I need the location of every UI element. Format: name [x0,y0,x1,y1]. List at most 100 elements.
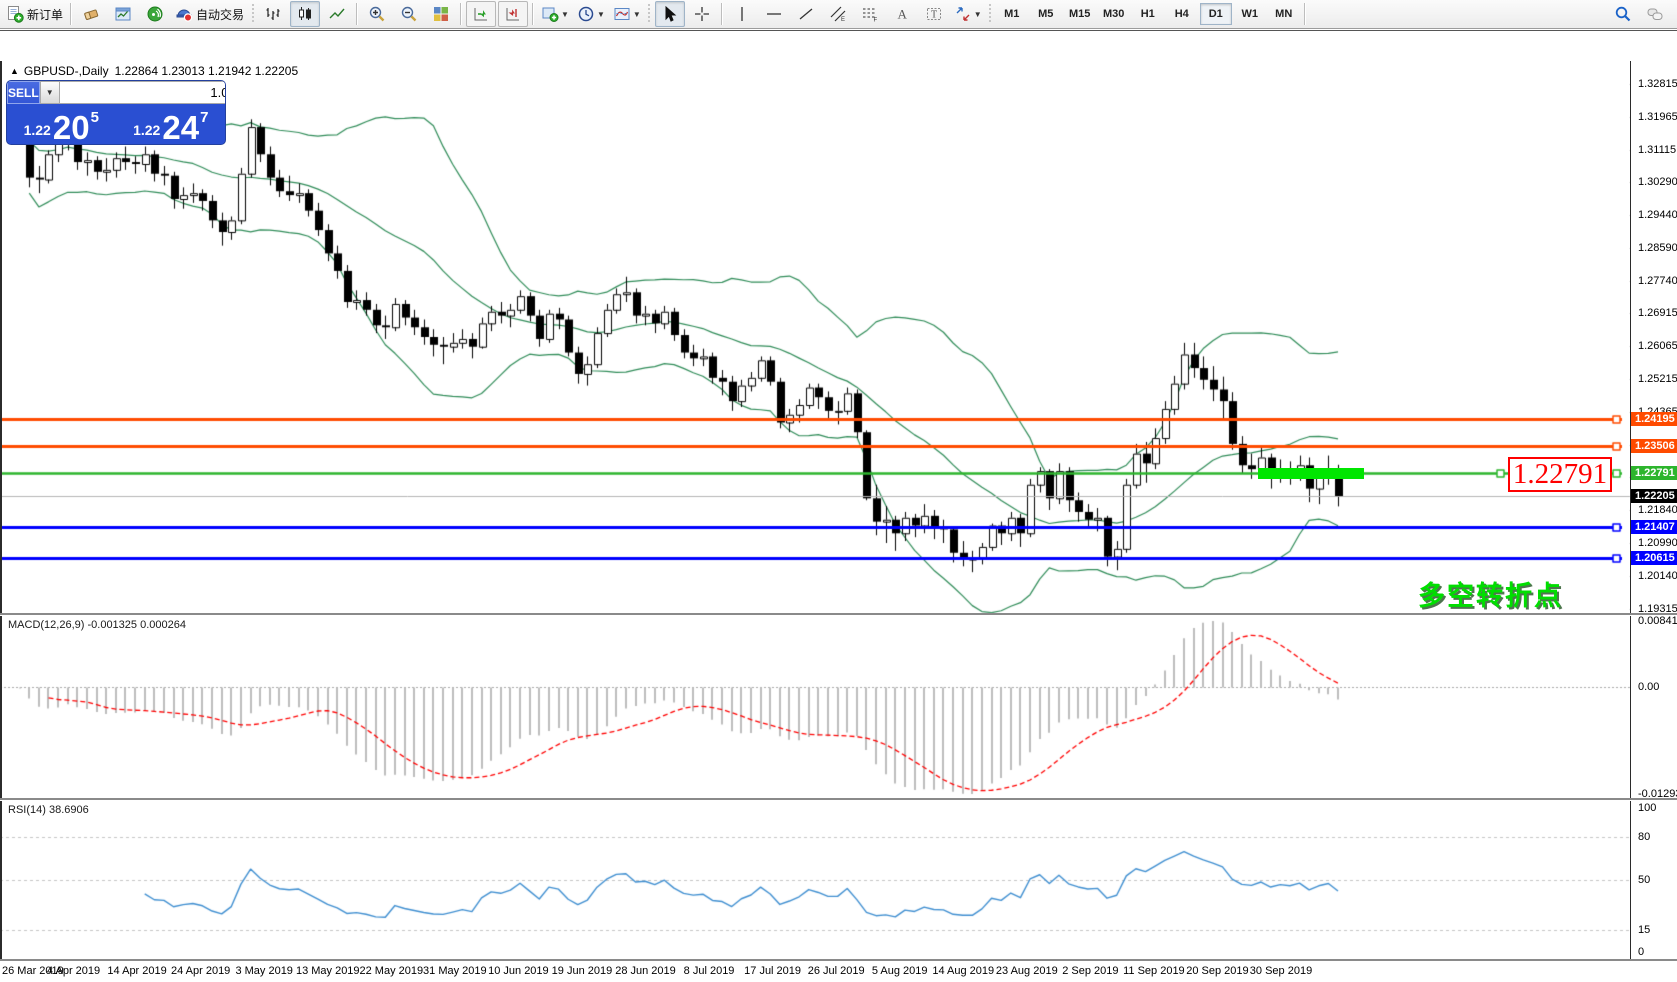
rsi-scale-label: 80 [1638,831,1650,843]
chevron-down-icon: ▼ [597,10,605,19]
timeframe-button-m15[interactable]: M15 [1064,3,1096,25]
timeframe-button-m30[interactable]: M30 [1098,3,1130,25]
chat-button[interactable] [1640,1,1670,27]
zoom-out-button[interactable] [394,1,424,27]
chart-window-button[interactable] [108,1,138,27]
timeframe-button-mn[interactable]: MN [1268,3,1300,25]
price-scale-border [1630,61,1631,960]
level-price-badge: 1.22791 [1631,466,1677,480]
price-tick: 1.28590 [1638,242,1677,254]
toolbar-grip[interactable] [250,4,255,24]
text-label-tool-button[interactable]: T [919,1,949,27]
candlestick-chart-button[interactable] [290,1,320,27]
svg-text:F: F [873,18,877,24]
clock-icon [577,5,595,23]
crosshair-tool-button[interactable] [687,1,717,27]
timeframe-button-w1[interactable]: W1 [1234,3,1266,25]
chevron-down-icon: ▼ [561,10,569,19]
autotrading-button[interactable]: 自动交易 [172,1,247,27]
timeframe-button-m1[interactable]: M1 [996,3,1028,25]
volume-input[interactable] [60,81,225,104]
buy-price-button[interactable]: 1.22 24 7 [117,105,226,144]
new-order-icon [6,5,24,23]
zoom-in-button[interactable] [362,1,392,27]
autotrading-label: 自动交易 [196,6,244,23]
level-price-badge: 1.21407 [1631,520,1677,534]
price-tick: 1.32815 [1638,78,1677,90]
date-label: 19 Jun 2019 [552,965,613,977]
collapse-trade-panel-arrow[interactable]: ▲ [10,66,19,76]
highlight-rectangle[interactable] [1258,468,1364,479]
auto-scroll-button[interactable] [466,1,496,27]
toolbar-grip[interactable] [988,4,993,24]
macd-panel-divider[interactable] [0,613,1677,616]
channel-tool-button[interactable]: E [823,1,853,27]
rsi-panel-divider[interactable] [0,798,1677,801]
macd-indicator-label: MACD(12,26,9) -0.001325 0.000264 [8,619,186,631]
line-chart-button[interactable] [322,1,352,27]
toolbar: 新订单 自动交易 ▼ ▼ ▼ E F A T ▼ M1M5M15M30H1H4D… [0,0,1677,29]
date-label: 14 Aug 2019 [932,965,994,977]
sell-price-sup: 5 [91,109,99,126]
toolbar-grip[interactable] [647,4,652,24]
toolbar-right-group [1607,1,1671,27]
date-label: 30 Sep 2019 [1250,965,1312,977]
signals-button[interactable] [140,1,170,27]
templates-dropdown[interactable]: ▼ [610,1,644,27]
chart-symbol-title: GBPUSD-,Daily [24,64,109,78]
vertical-line-icon [733,5,751,23]
new-chart-dropdown[interactable]: ▼ [538,1,572,27]
signal-icon [146,5,164,23]
zoom-out-icon [400,5,418,23]
eraser-icon-button[interactable] [76,1,106,27]
arrows-icon [954,5,972,23]
volume-decrease-button[interactable]: ▼ [40,81,60,104]
chart-shift-icon [504,5,522,23]
sell-button[interactable]: SELL [7,81,40,104]
price-scale[interactable]: 1.328151.319651.311151.302901.294401.285… [1631,61,1677,960]
horizontal-line-tool-button[interactable] [759,1,789,27]
separator [1304,3,1306,25]
price-tick: 1.30290 [1638,176,1677,188]
chevron-down-icon: ▼ [974,10,982,19]
new-order-button[interactable]: 新订单 [3,1,66,27]
chat-icon [1646,5,1664,23]
timeframe-button-m5[interactable]: M5 [1030,3,1062,25]
search-button[interactable] [1608,1,1638,27]
timeframe-button-d1[interactable]: D1 [1200,3,1232,25]
svg-text:T: T [931,10,937,21]
timeframe-button-h1[interactable]: H1 [1132,3,1164,25]
chart-shift-button[interactable] [498,1,528,27]
vertical-line-tool-button[interactable] [727,1,757,27]
annotation-text[interactable]: 多空转折点 [1418,574,1563,613]
cursor-tool-button[interactable] [655,1,685,27]
price-tick: 1.31115 [1638,144,1676,156]
trendline-tool-button[interactable] [791,1,821,27]
tile-windows-button[interactable] [426,1,456,27]
arrows-dropdown[interactable]: ▼ [951,1,985,27]
chart-canvas[interactable] [0,31,1677,982]
periods-dropdown[interactable]: ▼ [574,1,608,27]
price-tick: 1.20990 [1638,537,1677,549]
text-tool-button[interactable]: A [887,1,917,27]
timeframe-button-h4[interactable]: H4 [1166,3,1198,25]
cursor-icon [661,5,679,23]
separator [356,3,358,25]
price-tick: 1.26915 [1638,307,1677,319]
date-axis[interactable]: 26 Mar 20194 Apr 201914 Apr 201924 Apr 2… [0,961,1677,982]
text-icon: A [893,5,911,23]
date-label: 20 Sep 2019 [1186,965,1248,977]
horizontal-line-icon [765,5,783,23]
macd-scale-label: 0.00 [1638,681,1659,693]
buy-price-small: 1.22 [133,122,160,138]
rsi-indicator-label: RSI(14) 38.6906 [8,804,89,816]
sell-price-button[interactable]: 1.22 20 5 [7,105,116,144]
new-chart-icon [541,5,559,23]
macd-scale-label: 0.008411 [1638,615,1677,627]
price-callout-label[interactable]: 1.22791 [1508,457,1612,492]
zoom-in-icon [368,5,386,23]
date-label: 31 May 2019 [423,965,487,977]
template-icon [613,5,631,23]
bar-chart-button[interactable] [258,1,288,27]
fibonacci-tool-button[interactable]: F [855,1,885,27]
